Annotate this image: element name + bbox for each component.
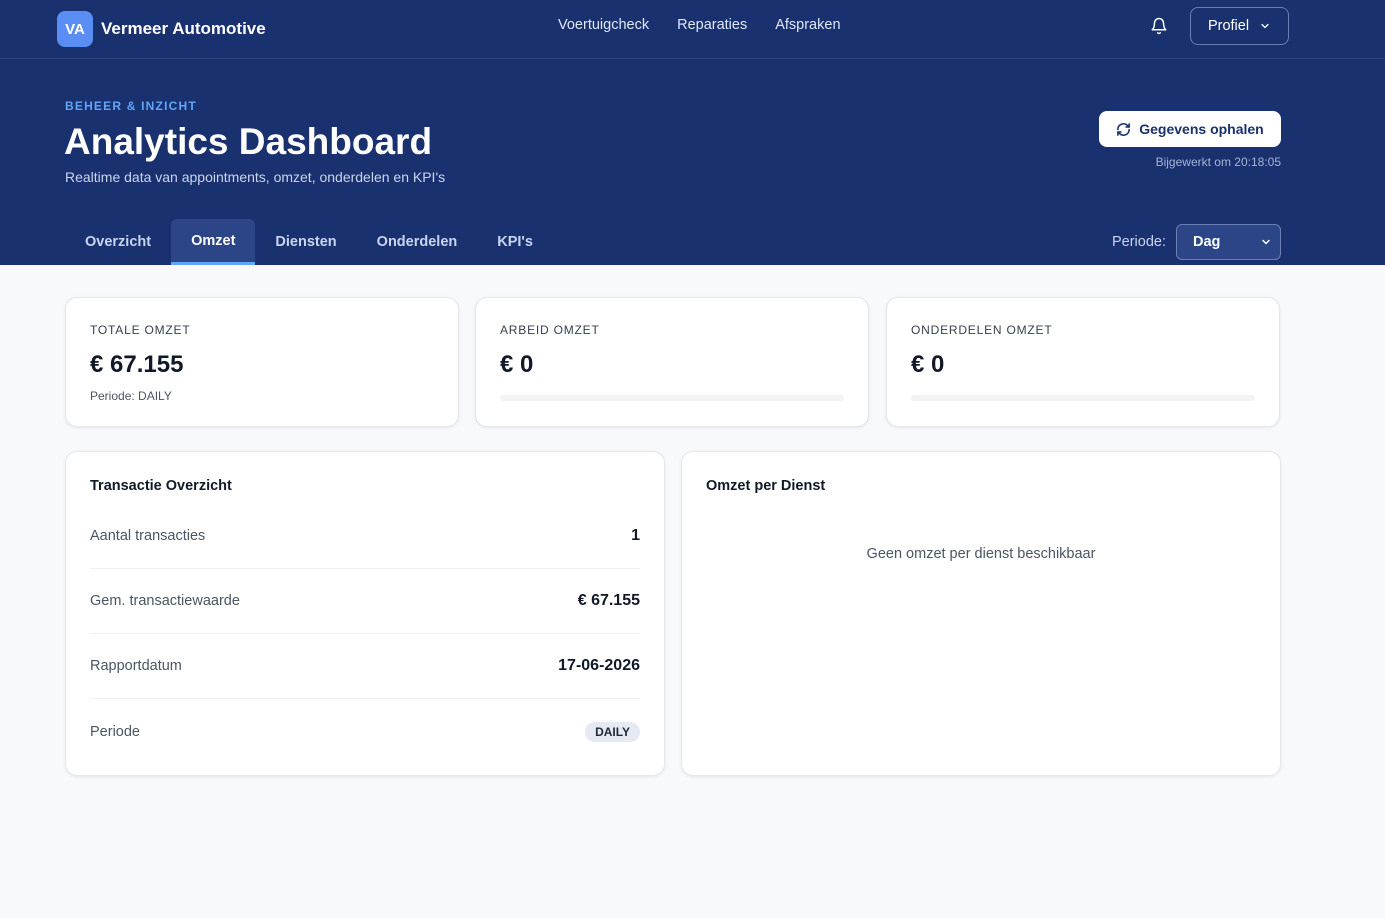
tab-omzet[interactable]: Omzet <box>171 219 256 265</box>
status-badge: DAILY <box>585 721 640 742</box>
row-label: Rapportdatum <box>90 658 182 674</box>
period-selected: Dag <box>1193 234 1221 250</box>
row-value: € 67.155 <box>577 592 640 609</box>
tab-kpis[interactable]: KPI's <box>477 219 553 265</box>
kpi-label: TOTALE OMZET <box>90 323 191 337</box>
row-value: 17-06-2026 <box>558 657 640 674</box>
refresh-button[interactable]: Gegevens ophalen <box>1099 111 1281 147</box>
list-item: Aantal transacties 1 <box>90 504 640 569</box>
list-item: Periode DAILY <box>90 699 640 764</box>
kpi-value: € 0 <box>500 351 534 378</box>
kpi-note: Periode: DAILY <box>90 389 172 403</box>
panel-title: Transactie Overzicht <box>90 478 232 494</box>
transaction-overview-panel: Transactie Overzicht Aantal transacties … <box>65 451 665 776</box>
nav-afspraken[interactable]: Afspraken <box>775 17 840 33</box>
profile-label: Profiel <box>1207 18 1250 34</box>
top-navbar: VA Vermeer Automotive Voertuigcheck Repa… <box>0 0 1385 59</box>
main-nav: Voertuigcheck Reparaties Afspraken <box>558 0 841 49</box>
kpi-label: ARBEID OMZET <box>500 323 600 337</box>
chevron-down-icon <box>1262 239 1270 245</box>
page-subtitle: Realtime data van appointments, omzet, o… <box>65 169 446 185</box>
brand-name: Vermeer Automotive <box>101 19 266 38</box>
kpi-value: € 0 <box>911 351 945 378</box>
profile-button[interactable]: Profiel <box>1190 7 1289 45</box>
nav-voertuigcheck[interactable]: Voertuigcheck <box>558 17 649 33</box>
brand[interactable]: VA Vermeer Automotive <box>57 11 266 47</box>
period-filter: Periode: Dag <box>1112 224 1281 260</box>
transaction-list: Aantal transacties 1 Gem. transactiewaar… <box>90 504 640 764</box>
bell-icon[interactable] <box>1146 13 1172 39</box>
list-item: Gem. transactiewaarde € 67.155 <box>90 569 640 634</box>
topbar-actions: Profiel <box>1146 7 1289 45</box>
page-title: Analytics Dashboard <box>64 121 433 162</box>
row-label: Gem. transactiewaarde <box>90 593 240 609</box>
kpi-card-onderdelen-omzet: ONDERDELEN OMZET € 0 <box>886 297 1280 427</box>
kpi-label: ONDERDELEN OMZET <box>911 323 1053 337</box>
kpi-card-arbeid-omzet: ARBEID OMZET € 0 <box>475 297 869 427</box>
row-value: 1 <box>631 527 640 544</box>
nav-reparaties[interactable]: Reparaties <box>677 17 747 33</box>
service-revenue-panel: Omzet per Dienst Geen omzet per dienst b… <box>681 451 1281 776</box>
chevron-down-icon <box>1261 23 1269 29</box>
tab-overzicht[interactable]: Overzicht <box>65 219 171 265</box>
page-header: BEHEER & INZICHT Analytics Dashboard Rea… <box>0 59 1385 265</box>
tab-diensten[interactable]: Diensten <box>255 219 356 265</box>
list-item: Rapportdatum 17-06-2026 <box>90 634 640 699</box>
empty-state: Geen omzet per dienst beschikbaar <box>866 546 1096 562</box>
kpi-card-totale-omzet: TOTALE OMZET € 67.155 Periode: DAILY <box>65 297 459 427</box>
eyebrow-label: BEHEER & INZICHT <box>65 99 197 113</box>
refresh-label: Gegevens ophalen <box>1139 121 1264 137</box>
tab-bar: Overzicht Omzet Diensten Onderdelen KPI'… <box>65 219 553 265</box>
kpi-progress-bar <box>911 395 1255 401</box>
brand-logo: VA <box>57 11 93 47</box>
kpi-progress-bar <box>500 395 844 401</box>
refresh-icon <box>1117 122 1131 136</box>
row-label: Aantal transacties <box>90 528 206 544</box>
kpi-value: € 67.155 <box>90 351 184 378</box>
panel-title: Omzet per Dienst <box>706 478 826 494</box>
last-updated: Bijgewerkt om 20:18:05 <box>1155 155 1281 169</box>
tab-onderdelen[interactable]: Onderdelen <box>357 219 478 265</box>
row-label: Periode <box>90 723 140 740</box>
period-select[interactable]: Dag <box>1176 224 1281 260</box>
period-label: Periode: <box>1111 234 1166 250</box>
